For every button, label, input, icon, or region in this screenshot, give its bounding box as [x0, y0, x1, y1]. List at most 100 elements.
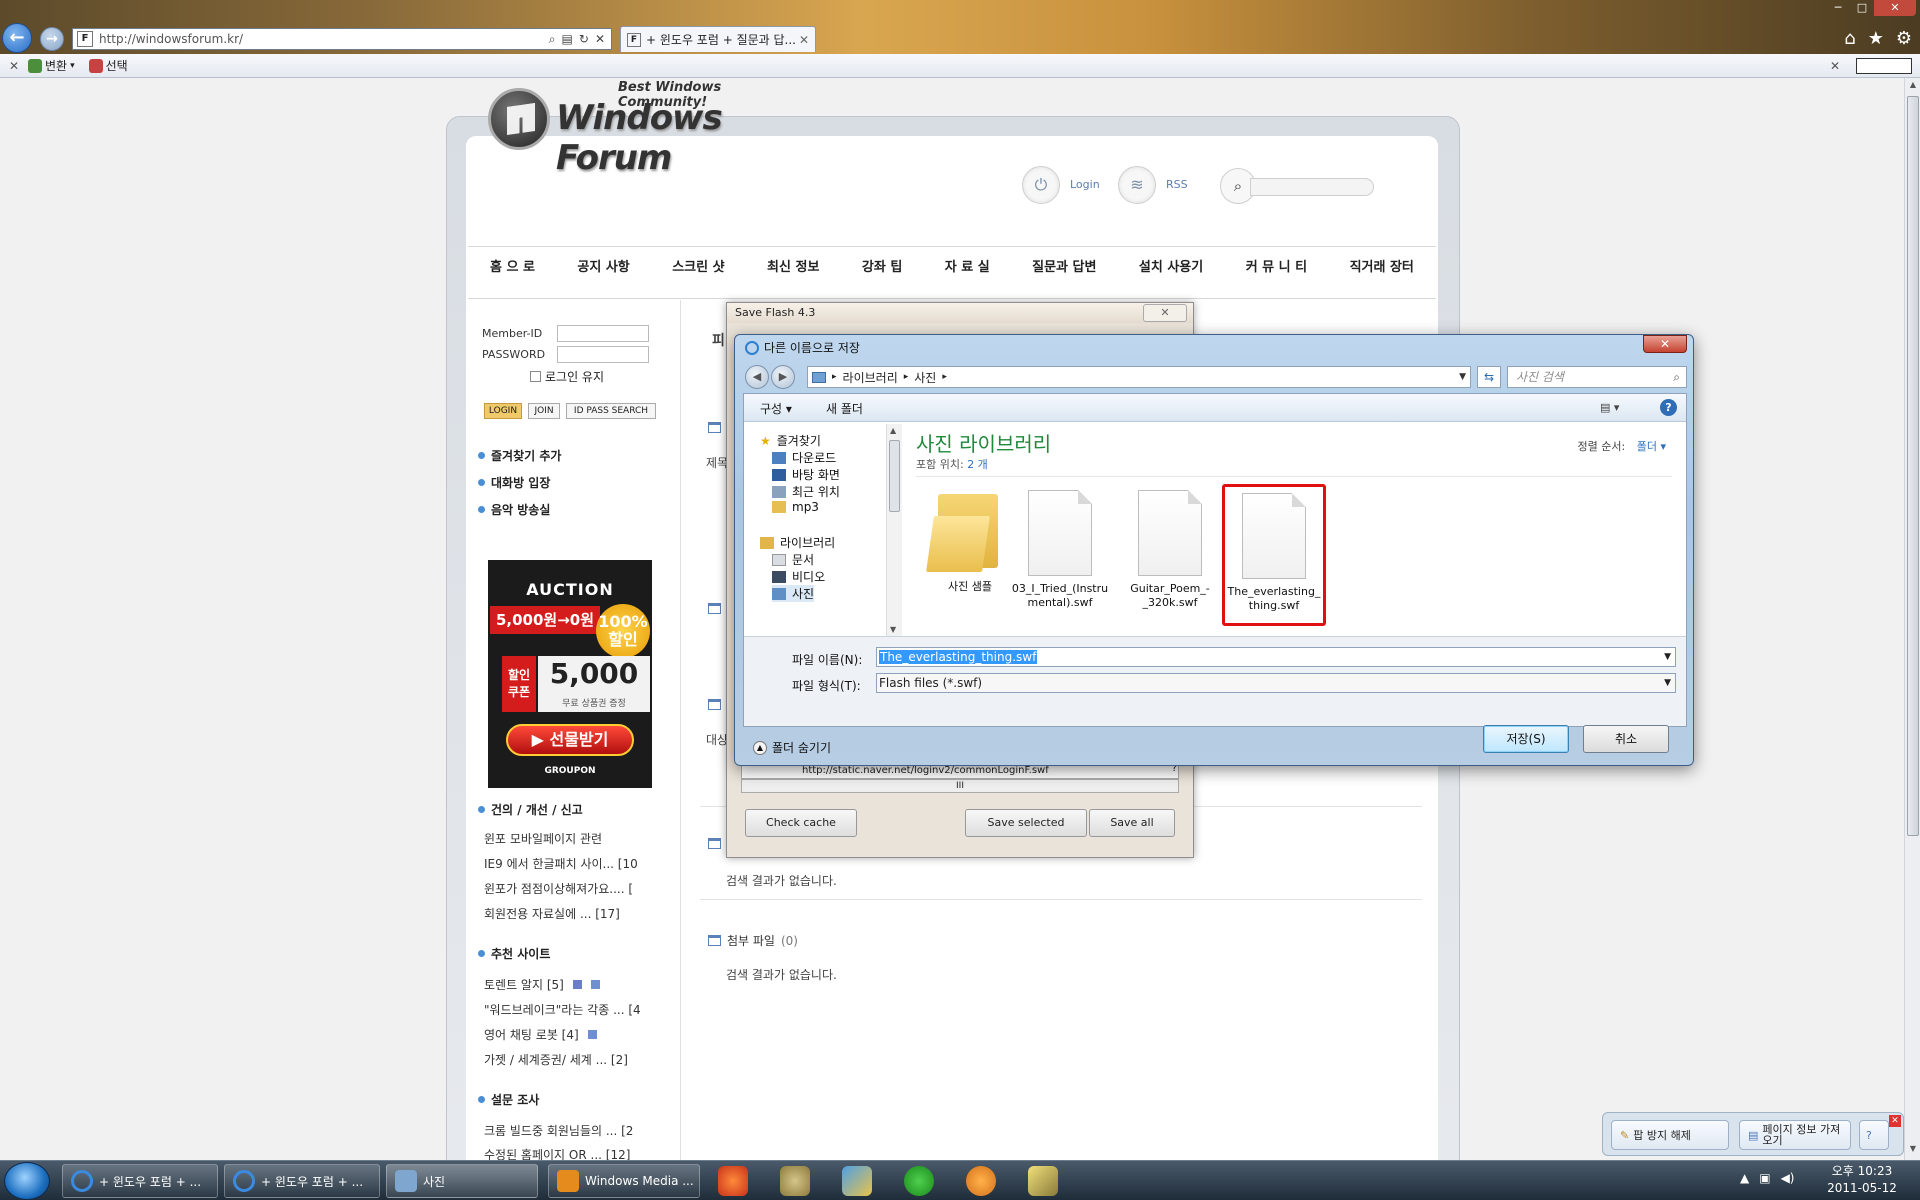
back-button[interactable]: ← [2, 23, 32, 53]
breadcrumb[interactable]: ▸ 라이브러리 ▸ 사진 ▸ ▼ [807, 366, 1471, 388]
nav-video[interactable]: 비디오 [772, 568, 825, 585]
utorrent-icon[interactable] [904, 1166, 934, 1196]
minimize-icon[interactable]: ─ [1826, 0, 1850, 16]
nav-libraries[interactable]: 라이브러리 [760, 534, 835, 551]
select-button[interactable]: 선택 [88, 57, 128, 74]
power-login-icon[interactable]: ⏻ [1022, 166, 1060, 204]
join-button[interactable]: JOIN [528, 403, 560, 419]
scroll-up-icon[interactable]: ▲ [890, 426, 896, 435]
nav-reviews[interactable]: 설치 사용기 [1139, 256, 1203, 275]
menu-add-favorite[interactable]: 즐겨찾기 추가 [478, 447, 561, 464]
infobar-close-icon[interactable]: ✕ [1889, 1115, 1901, 1127]
keep-login[interactable]: 로그인 유지 [530, 368, 604, 385]
list-item[interactable]: 가젯 / 세계증권/ 세계 ... [2] [484, 1051, 664, 1068]
save-flash-close-icon[interactable]: ✕ [1143, 304, 1187, 322]
menu-chat-room[interactable]: 대화방 입장 [478, 474, 550, 491]
file-item[interactable]: 03_I_Tried_(Instrumental).swf [1008, 484, 1112, 626]
sort-dropdown[interactable]: 폴더 ▾ [1637, 440, 1666, 453]
dialog-refresh-icon[interactable]: ⇆ [1477, 366, 1501, 388]
id-pass-search-button[interactable]: ID PASS SEARCH [566, 403, 656, 419]
network-icon[interactable]: ▣ [1759, 1171, 1770, 1185]
cancel-button[interactable]: 취소 [1583, 725, 1669, 753]
chevron-down-icon[interactable]: ▼ [1664, 648, 1671, 666]
dialog-forward-icon[interactable]: ▶ [771, 365, 795, 389]
nav-mp3[interactable]: mp3 [772, 500, 819, 514]
window-close-icon[interactable]: ✕ [1874, 0, 1916, 16]
nav-downloads[interactable]: 다운로드 [772, 449, 836, 466]
nav-market[interactable]: 직거래 장터 [1350, 256, 1414, 275]
system-clock[interactable]: 오후 10:23 2011-05-12 [1822, 1163, 1902, 1197]
nav-tips[interactable]: 강좌 팁 [862, 256, 902, 275]
new-folder-button[interactable]: 새 폴더 [826, 400, 863, 417]
filetype-select[interactable]: Flash files (*.swf) ▼ [876, 673, 1676, 693]
taskbar-item-media-player[interactable]: Windows Media ... [548, 1164, 700, 1198]
magic-wand-icon[interactable] [1028, 1166, 1058, 1196]
dialog-close-button[interactable]: ✕ [1643, 335, 1687, 353]
nav-pictures[interactable]: 사진 [772, 585, 815, 602]
locations-link[interactable]: 2 개 [967, 458, 988, 471]
site-logo[interactable]: Best Windows Community! Windows Forum [488, 80, 808, 178]
crumb-pictures[interactable]: 사진 [914, 369, 936, 386]
compat-icon[interactable]: ▤ [562, 32, 573, 47]
section-recommended-title[interactable]: 추천 사이트 [478, 945, 550, 962]
chevron-down-icon[interactable]: ▼ [1664, 674, 1671, 692]
taskbar-item-pictures[interactable]: 사진 [386, 1164, 538, 1198]
url-text[interactable]: http://windowsforum.kr/ [99, 32, 549, 46]
login-button[interactable]: LOGIN [484, 403, 522, 419]
nav-archive[interactable]: 자 료 실 [945, 256, 990, 275]
nav-notice[interactable]: 공지 사항 [577, 256, 629, 275]
help-icon[interactable]: ? [1660, 399, 1677, 416]
list-item[interactable]: 크롬 빌드중 회원님들의 ... [2 [484, 1122, 664, 1139]
ad-gift-button[interactable]: ▶ 선물받기 [506, 724, 634, 756]
nav-recent[interactable]: 최근 위치 [772, 483, 840, 500]
nav-scroll-thumb[interactable] [889, 440, 900, 512]
list-item[interactable]: 토렌트 알지 [5] [484, 976, 664, 993]
save-button[interactable]: 저장(S) [1483, 725, 1569, 753]
address-bar[interactable]: F http://windowsforum.kr/ ⌕ ▤ ↻ ✕ [72, 28, 612, 50]
keep-login-checkbox[interactable] [530, 371, 541, 382]
auction-ad-banner[interactable]: AUCTION 5,000원→0원 100% 할인 할인 쿠폰 5,000 무료… [488, 560, 652, 788]
nav-pane-scrollbar[interactable]: ▲ ▼ [886, 424, 902, 636]
crumb-libraries[interactable]: 라이브러리 [843, 369, 898, 386]
dialog-back-icon[interactable]: ◀ [745, 365, 769, 389]
taskbar-item-ie-2[interactable]: + 윈도우 포럼 + ... [224, 1164, 380, 1198]
hide-folders-toggle[interactable]: ▲ 폴더 숨기기 [753, 739, 831, 756]
list-item[interactable]: 회원전용 자료실에 ... [17] [484, 905, 664, 922]
menu-music-room[interactable]: 음악 방송실 [478, 501, 550, 518]
close-toolbar-icon[interactable]: ✕ [0, 59, 28, 73]
list-item[interactable]: 영어 채팅 로봇 [4] [484, 1026, 664, 1043]
toolbar-addon-icon[interactable] [1856, 57, 1912, 74]
volume-icon[interactable]: ◀) [1781, 1171, 1795, 1185]
search-icon[interactable]: ⌕ [549, 32, 556, 47]
rss-link[interactable]: RSS [1166, 178, 1188, 191]
file-item-folder[interactable]: 사진 샘플 [918, 484, 1022, 626]
password-input[interactable] [557, 346, 649, 363]
list-item[interactable]: 윈포 모바일페이지 관련 [484, 830, 664, 847]
view-options-icon[interactable]: ▤ ▾ [1600, 401, 1626, 414]
flash-list-hscroll[interactable]: III [741, 779, 1179, 793]
maximize-icon[interactable]: □ [1850, 0, 1874, 16]
refresh-icon[interactable]: ↻ [579, 32, 589, 47]
music-note-icon[interactable] [780, 1166, 810, 1196]
start-button[interactable] [4, 1162, 50, 1200]
chevron-down-icon[interactable]: ▼ [1459, 372, 1470, 382]
section-feedback-title[interactable]: 건의 / 개선 / 신고 [478, 801, 583, 818]
forward-button[interactable]: → [40, 27, 64, 51]
favorites-star-icon[interactable]: ★ [1868, 28, 1884, 49]
login-link[interactable]: Login [1070, 178, 1100, 191]
page-info-button[interactable]: ▤ 페이지 정보 가져오기 [1739, 1120, 1851, 1150]
list-item[interactable]: "워드브레이크"라는 각종 ... [4 [484, 1001, 664, 1018]
filename-input[interactable]: The_everlasting_thing.swf ▼ [876, 647, 1676, 667]
info-help-button[interactable]: ? [1859, 1120, 1889, 1150]
nav-news[interactable]: 최신 정보 [767, 256, 819, 275]
scroll-down-icon[interactable]: ▼ [890, 625, 896, 634]
list-item[interactable]: 윈포가 점점이상해져가요.... [ [484, 880, 664, 897]
popup-unblock-button[interactable]: ✎ 팝 방지 해제 [1611, 1120, 1729, 1150]
save-selected-button[interactable]: Save selected [965, 809, 1087, 837]
site-search-input[interactable] [1250, 178, 1374, 196]
check-cache-button[interactable]: Check cache [745, 809, 857, 837]
nav-community[interactable]: 커 뮤 니 티 [1246, 256, 1307, 275]
rss-icon[interactable]: ≋ [1118, 166, 1156, 204]
convert-button[interactable]: 변환 ▾ [28, 57, 75, 74]
organize-button[interactable]: 구성 ▾ [760, 400, 792, 417]
